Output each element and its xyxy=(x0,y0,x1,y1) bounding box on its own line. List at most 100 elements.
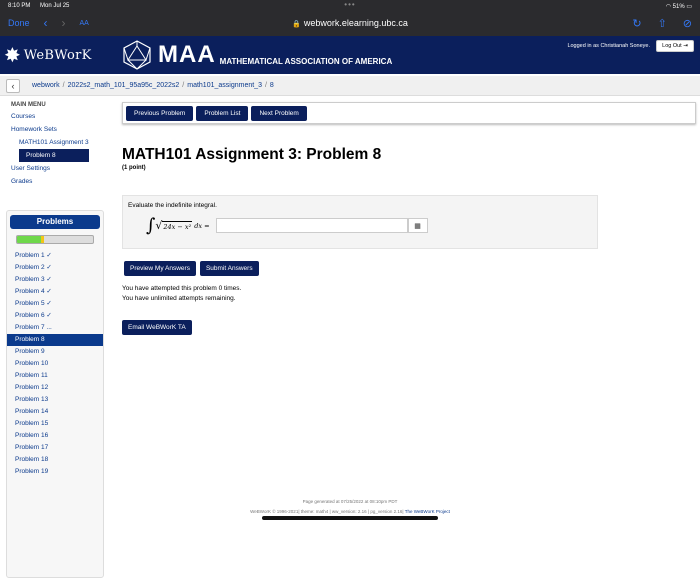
problem-list-item[interactable]: Problem 14 xyxy=(7,406,103,418)
problem-points: (1 point) xyxy=(122,165,146,171)
logout-label: Log Out xyxy=(662,43,682,49)
problem-list-item[interactable]: Problem 2 ✓ xyxy=(7,262,103,274)
integrand: 24x − x² xyxy=(162,220,193,231)
webwork-logo-text: WeBWorK xyxy=(23,47,92,63)
webwork-project-link[interactable]: The WeBWorK Project xyxy=(405,509,450,514)
url-text: webwork.elearning.ubc.ca xyxy=(303,18,408,28)
status-right: ◠ 51% ▭ xyxy=(666,3,692,13)
login-status: Logged in as Christianah Soneye. xyxy=(567,43,650,49)
problem-list-item[interactable]: Problem 13 xyxy=(7,394,103,406)
problem-list-item[interactable]: Problem 12 xyxy=(7,382,103,394)
problem-list-item[interactable]: Problem 17 xyxy=(7,442,103,454)
sidebar-item-grades[interactable]: Grades xyxy=(6,175,104,188)
maa-subtitle: MATHEMATICAL ASSOCIATION OF AMERICA xyxy=(219,56,393,66)
reload-icon[interactable]: ↻ xyxy=(632,17,641,30)
battery-level: 51% xyxy=(672,4,685,10)
preview-answers-button[interactable]: Preview My Answers xyxy=(124,261,196,276)
integral-sign: ∫ xyxy=(146,215,156,236)
sidebar: MAIN MENU Courses Homework Sets MATH101 … xyxy=(6,100,104,578)
problem-list-item[interactable]: Problem 4 ✓ xyxy=(7,286,103,298)
problem-list-button[interactable]: Problem List xyxy=(196,105,249,121)
next-problem-button[interactable]: Next Problem xyxy=(251,105,307,121)
progress-correct xyxy=(17,236,42,243)
copyright-text: WeBWorK © 1996-2021| theme: math4 | ww_v… xyxy=(250,509,404,514)
attempts-info: You have attempted this problem 0 times.… xyxy=(122,284,696,304)
maa-title: MAA xyxy=(158,41,216,68)
problem-list-item[interactable]: Problem 10 xyxy=(7,358,103,370)
problem-list-item[interactable]: Problem 9 xyxy=(7,346,103,358)
main-content: Previous Problem Problem List Next Probl… xyxy=(122,102,696,335)
problem-prompt: Evaluate the indefinite integral. xyxy=(128,202,217,209)
compass-icon[interactable]: ⊘ xyxy=(683,17,692,30)
browser-chrome: 8:10 PM Mon Jul 25 ••• ◠ 51% ▭ Done ‹ › … xyxy=(0,0,700,36)
lock-icon: 🔒 xyxy=(292,21,301,28)
problem-list-item[interactable]: Problem 6 ✓ xyxy=(7,310,103,322)
breadcrumb-webwork[interactable]: webwork xyxy=(32,82,60,89)
problems-title: Problems xyxy=(10,215,100,229)
status-bar: 8:10 PM Mon Jul 25 ••• ◠ 51% ▭ xyxy=(8,0,692,13)
answer-input[interactable] xyxy=(215,218,408,233)
integral-formula: ∫ √ 24x − x² dx = ▦ xyxy=(146,215,592,236)
status-date: Mon Jul 25 xyxy=(40,3,70,9)
back-arrow-icon[interactable]: ‹ xyxy=(44,16,48,30)
address-bar[interactable]: 🔒 webwork.elearning.ubc.ca xyxy=(292,18,408,28)
answer-actions: Preview My Answers Submit Answers xyxy=(124,261,696,276)
multitask-dots[interactable]: ••• xyxy=(344,0,355,9)
problem-nav-bar: Previous Problem Problem List Next Probl… xyxy=(122,102,696,124)
problem-body: Evaluate the indefinite integral. ∫ √ 24… xyxy=(122,195,598,249)
problem-list-item[interactable]: Problem 16 xyxy=(7,430,103,442)
problems-panel: Problems Problem 1 ✓ Problem 2 ✓ Problem 3… xyxy=(6,210,104,578)
breadcrumb-course[interactable]: 2022s2_math_101_95a95c_2022s2 xyxy=(68,82,180,89)
breadcrumb-set[interactable]: math101_assignment_3 xyxy=(187,82,262,89)
problem-list-item[interactable]: Problem 7 ... xyxy=(7,322,103,334)
problem-list-item[interactable]: Problem 19 xyxy=(7,466,103,478)
webwork-star-icon: ✸ xyxy=(4,44,21,67)
problem-list-item[interactable]: Problem 8 xyxy=(7,334,103,346)
previous-problem-button[interactable]: Previous Problem xyxy=(126,105,194,121)
logout-icon: ⇥ xyxy=(683,43,688,49)
sidebar-item-courses[interactable]: Courses xyxy=(6,110,104,123)
progress-bar xyxy=(16,235,94,244)
differential: dx = xyxy=(194,221,210,230)
problem-list-item[interactable]: Problem 5 ✓ xyxy=(7,298,103,310)
forward-arrow-icon[interactable]: › xyxy=(62,16,66,30)
problem-list-item[interactable]: Problem 1 ✓ xyxy=(7,250,103,262)
radical-icon: √ xyxy=(155,219,163,232)
maa-icosahedron-icon xyxy=(123,40,151,70)
remaining-line: You have unlimited attempts remaining. xyxy=(122,295,236,302)
page-title: MATH101 Assignment 3: Problem 8 xyxy=(122,146,382,163)
battery-icon: ▭ xyxy=(686,4,692,10)
collapse-sidebar-button[interactable]: ‹ xyxy=(6,78,20,93)
sidebar-item-problem[interactable]: Problem 8 xyxy=(19,149,89,162)
site-banner: ✸ WeBWorK MAA MATHEMATICAL ASSOCIATION O… xyxy=(0,36,700,74)
sidebar-item-user-settings[interactable]: User Settings xyxy=(6,162,104,175)
wifi-icon: ◠ xyxy=(665,4,671,10)
sidebar-item-assignment[interactable]: MATH101 Assignment 3 xyxy=(6,136,104,149)
attempts-line: You have attempted this problem 0 times. xyxy=(122,285,242,292)
equation-editor-icon[interactable]: ▦ xyxy=(407,218,428,233)
breadcrumb-problem: 8 xyxy=(269,82,274,89)
webwork-logo[interactable]: ✸ WeBWorK xyxy=(4,40,102,70)
reader-aa-button[interactable]: AA xyxy=(80,20,89,27)
problem-list: Problem 1 ✓ Problem 2 ✓ Problem 3 ✓ Problem… xyxy=(7,250,103,478)
done-button[interactable]: Done xyxy=(8,18,30,28)
email-ta-button[interactable]: Email WeBWorK TA xyxy=(122,320,192,335)
progress-partial xyxy=(41,236,44,243)
logout-button[interactable]: Log Out ⇥ xyxy=(656,40,694,52)
safari-toolbar: Done ‹ › AA 🔒 webwork.elearning.ubc.ca ↻ … xyxy=(8,14,692,32)
problem-list-item[interactable]: Problem 18 xyxy=(7,454,103,466)
problem-list-item[interactable]: Problem 3 ✓ xyxy=(7,274,103,286)
home-indicator[interactable] xyxy=(262,516,438,520)
sidebar-item-homework-sets[interactable]: Homework Sets xyxy=(6,123,104,136)
footer: Page generated at 07/25/2022 at 08:10pm … xyxy=(0,497,700,517)
breadcrumb-bar: ‹ webwork/2022s2_math_101_95a95c_2022s2/… xyxy=(0,76,700,96)
main-menu-heading: MAIN MENU xyxy=(11,102,46,108)
sqrt-expression: √ 24x − x² xyxy=(155,219,193,232)
maa-logo[interactable]: MAA MATHEMATICAL ASSOCIATION OF AMERICA xyxy=(122,40,392,70)
page-generated: Page generated at 07/25/2022 at 08:10pm … xyxy=(302,499,398,504)
share-icon[interactable]: ⇧ xyxy=(658,17,667,30)
breadcrumb: webwork/2022s2_math_101_95a95c_2022s2/ma… xyxy=(32,82,274,89)
submit-answers-button[interactable]: Submit Answers xyxy=(199,261,259,276)
problem-list-item[interactable]: Problem 15 xyxy=(7,418,103,430)
problem-list-item[interactable]: Problem 11 xyxy=(7,370,103,382)
